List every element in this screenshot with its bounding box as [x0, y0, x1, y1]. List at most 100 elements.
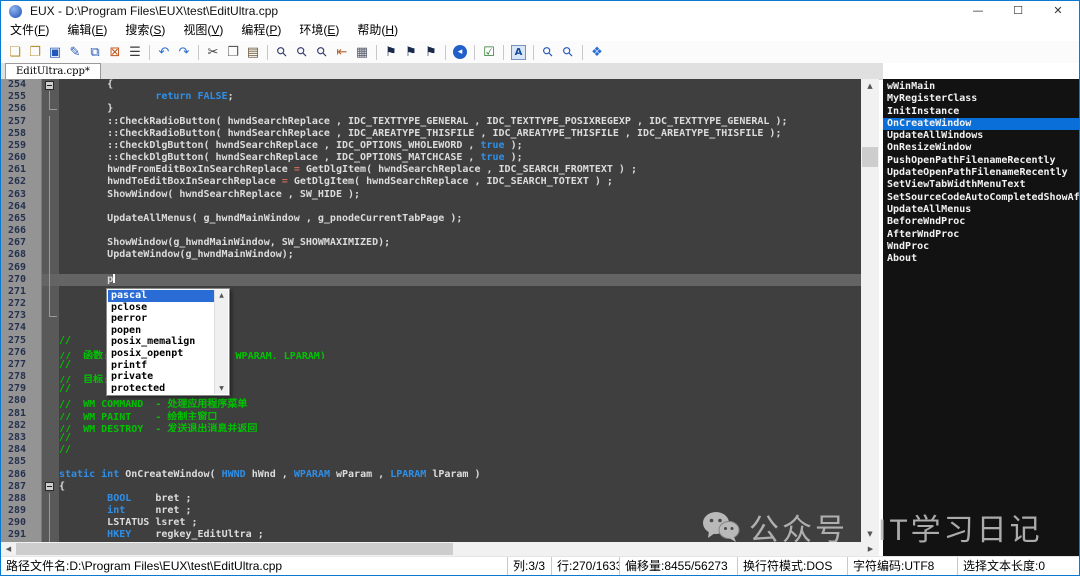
autocomplete-item[interactable]: private [108, 371, 214, 383]
autocomplete-item[interactable]: posix_openpt [108, 348, 214, 360]
menu-environment[interactable]: 环境(E) [290, 21, 348, 41]
fold-margin[interactable] [42, 225, 59, 237]
fold-margin[interactable] [42, 335, 59, 347]
code-line[interactable]: 287{ [1, 481, 861, 493]
fold-margin[interactable] [42, 310, 59, 322]
horizontal-scroll-thumb[interactable] [16, 543, 453, 555]
menu-view[interactable]: 视图(V) [174, 21, 232, 41]
function-list-item[interactable]: OnResizeWindow [883, 142, 1079, 154]
menu-edit[interactable]: 编辑(E) [58, 21, 116, 41]
save-icon[interactable]: ▣ [46, 43, 64, 61]
save-all-icon[interactable]: ⧉ [86, 43, 104, 61]
code-line[interactable]: 258 ::CheckRadioButton( hwndSearchReplac… [1, 128, 861, 140]
code-line[interactable]: 257 ::CheckRadioButton( hwndSearchReplac… [1, 116, 861, 128]
autocomplete-item[interactable]: posix_memalign [108, 336, 214, 348]
close-button[interactable]: ✕ [1038, 1, 1078, 21]
code-line[interactable]: 265 UpdateAllMenus( g_hwndMainWindow , g… [1, 213, 861, 225]
function-list-item[interactable]: OnCreateWindow [883, 118, 1079, 130]
code-line[interactable]: 267 ShowWindow(g_hwndMainWindow, SW_SHOW… [1, 237, 861, 249]
menu-file[interactable]: 文件(F) [1, 21, 58, 41]
cut-icon[interactable]: ✂ [204, 43, 222, 61]
scroll-down-arrow-icon[interactable]: ▼ [861, 527, 879, 542]
code-line[interactable]: 263 ShowWindow( hwndSearchReplace , SW_H… [1, 189, 861, 201]
function-list-item[interactable]: AfterWndProc [883, 229, 1079, 241]
fold-margin[interactable] [42, 395, 59, 407]
zoom-out-icon[interactable]: ⚲ [555, 39, 580, 64]
function-list-item[interactable]: UpdateAllWindows [883, 130, 1079, 142]
fold-margin[interactable] [42, 408, 59, 420]
fold-margin[interactable] [42, 444, 59, 456]
code-line[interactable]: 268 UpdateWindow(g_hwndMainWindow); [1, 249, 861, 261]
close-file-icon[interactable]: ⊠ [106, 43, 124, 61]
fold-margin[interactable] [42, 371, 59, 383]
fold-collapse-icon[interactable] [45, 482, 54, 491]
fold-margin[interactable] [42, 529, 59, 541]
fold-margin[interactable] [42, 201, 59, 213]
maximize-button[interactable]: ☐ [998, 1, 1038, 21]
about-icon[interactable]: ❖ [588, 43, 606, 61]
function-list-item[interactable]: SetSourceCodeAutoCompletedShowAf [883, 192, 1079, 204]
fold-margin[interactable] [42, 286, 59, 298]
minimize-button[interactable]: — [958, 1, 998, 21]
fold-margin[interactable] [42, 103, 59, 115]
function-list-item[interactable]: WndProc [883, 241, 1079, 253]
fold-margin[interactable] [42, 481, 59, 493]
fold-margin[interactable] [42, 91, 59, 103]
fold-margin[interactable] [42, 298, 59, 310]
function-list-item[interactable]: UpdateAllMenus [883, 204, 1079, 216]
fold-margin[interactable] [42, 164, 59, 176]
save-as-icon[interactable]: ✎ [66, 43, 84, 61]
function-list-item[interactable]: wWinMain [883, 81, 1079, 93]
fold-margin[interactable] [42, 456, 59, 468]
autocomplete-item[interactable]: popen [108, 325, 214, 337]
fold-margin[interactable] [42, 152, 59, 164]
function-list-item[interactable]: MyRegisterClass [883, 93, 1079, 105]
code-line[interactable]: 266 [1, 225, 861, 237]
function-list-item[interactable]: UpdateOpenPathFilenameRecently [883, 167, 1079, 179]
function-list-item[interactable]: BeforeWndProc [883, 216, 1079, 228]
fold-collapse-icon[interactable] [45, 81, 54, 90]
function-list-item[interactable]: PushOpenPathFilenameRecently [883, 155, 1079, 167]
fold-margin[interactable] [42, 262, 59, 274]
code-line[interactable]: 283// [1, 432, 861, 444]
replace-grid-icon[interactable]: ▦ [353, 43, 371, 61]
goto-line-icon[interactable]: ⇤ [333, 43, 351, 61]
code-line[interactable]: 264 [1, 201, 861, 213]
code-line[interactable]: 261 hwndFromEditBoxInSearchReplace = Get… [1, 164, 861, 176]
fold-margin[interactable] [42, 420, 59, 432]
menu-help[interactable]: 帮助(H) [348, 21, 407, 41]
fold-margin[interactable] [42, 237, 59, 249]
scroll-right-arrow-icon[interactable]: ▶ [863, 542, 878, 556]
menu-search[interactable]: 搜索(S) [116, 21, 174, 41]
code-line[interactable]: 269 [1, 262, 861, 274]
file-list-icon[interactable]: ☰ [126, 43, 144, 61]
fold-margin[interactable] [42, 249, 59, 261]
autocomplete-item[interactable]: printf [108, 360, 214, 372]
bookmark-next-icon[interactable]: ⚑ [422, 43, 440, 61]
code-line[interactable]: 270 p [1, 274, 861, 286]
bookmark-prev-icon[interactable]: ⚑ [402, 43, 420, 61]
code-line[interactable]: 284// [1, 444, 861, 456]
fold-margin[interactable] [42, 213, 59, 225]
autocomplete-item[interactable]: protected [108, 383, 214, 395]
scroll-up-arrow-icon[interactable]: ▲ [215, 292, 228, 299]
new-file-icon[interactable]: ❏ [6, 43, 24, 61]
function-list-item[interactable]: About [883, 253, 1079, 265]
editor-horizontal-scrollbar[interactable]: ◀ ▶ [1, 542, 879, 556]
code-line[interactable]: 288 BOOL bret ; [1, 493, 861, 505]
fold-margin[interactable] [42, 116, 59, 128]
fold-margin[interactable] [42, 432, 59, 444]
code-line[interactable]: 254 { [1, 79, 861, 91]
fold-margin[interactable] [42, 79, 59, 91]
encoding-icon[interactable]: A [511, 45, 526, 60]
fold-margin[interactable] [42, 176, 59, 188]
tab-editultra-cpp[interactable]: EditUltra.cpp* [5, 63, 101, 79]
back-icon[interactable]: ◂ [453, 45, 467, 59]
fold-margin[interactable] [42, 140, 59, 152]
code-line[interactable]: 281// WM_PAINT - 绘制主窗口 [1, 408, 861, 420]
fold-margin[interactable] [42, 469, 59, 481]
fold-margin[interactable] [42, 274, 59, 286]
code-line[interactable]: 282// WM_DESTROY - 发送退出消息并返回 [1, 420, 861, 432]
autocomplete-item[interactable]: pascal [108, 290, 214, 302]
code-line[interactable]: 260 ::CheckDlgButton( hwndSearchReplace … [1, 152, 861, 164]
